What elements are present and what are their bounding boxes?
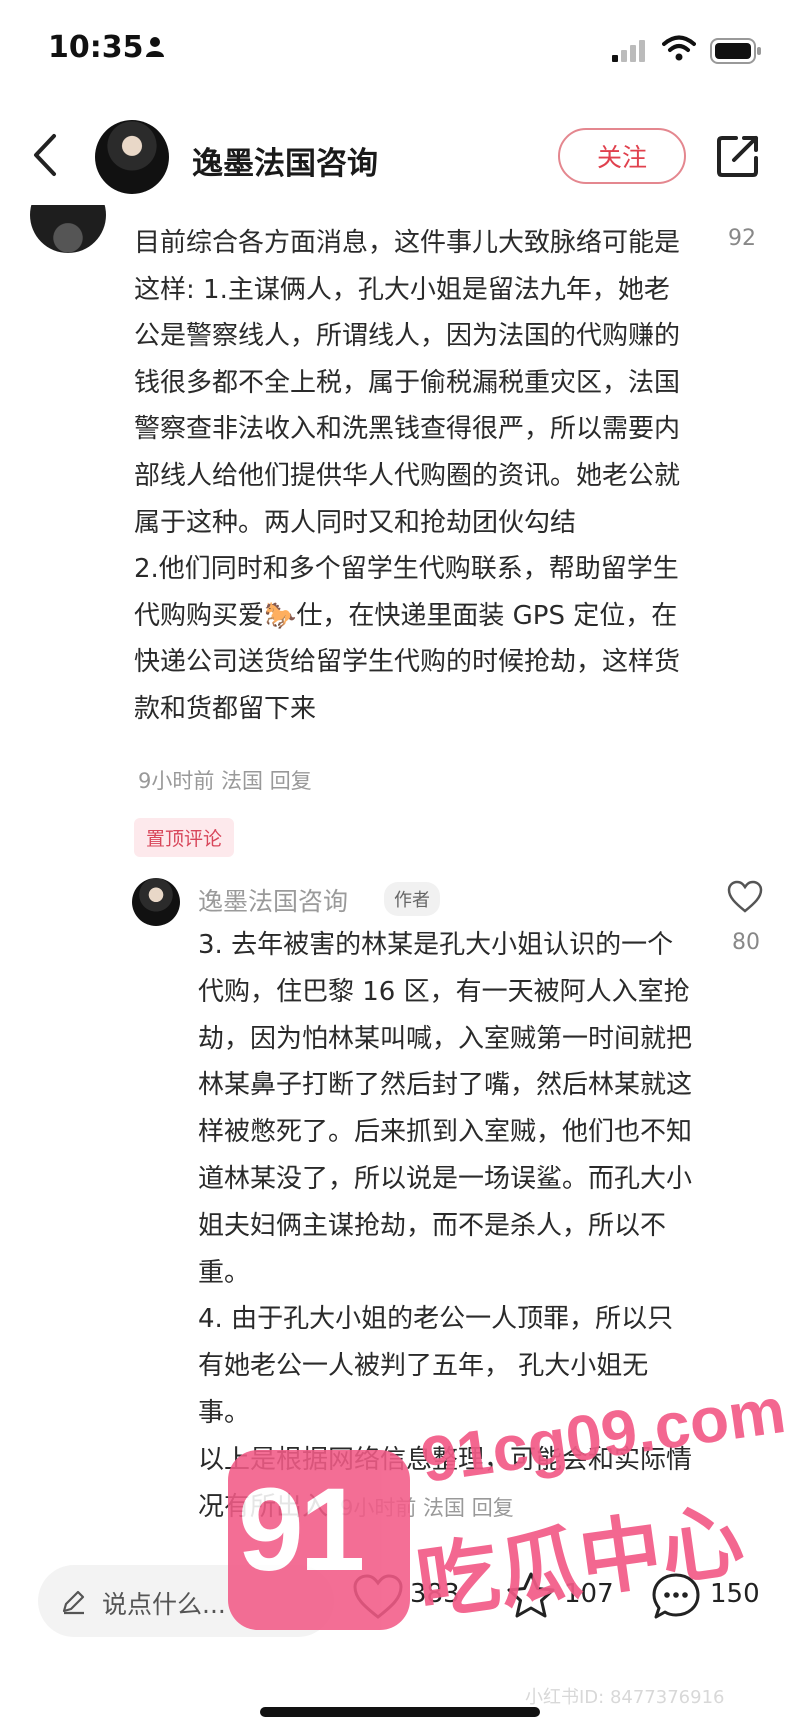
share-icon[interactable]: [716, 134, 760, 182]
reply-like-heart-icon[interactable]: [727, 880, 763, 918]
status-bar: 10:35: [0, 0, 800, 100]
home-indicator[interactable]: [260, 1707, 540, 1717]
battery-icon: [710, 38, 762, 68]
reply-like-count: 80: [732, 930, 760, 955]
author-tag-badge: 作者: [384, 882, 440, 916]
comment-paragraph: 目前综合各方面消息，这件事儿大致脉络可能是这样: 1.主谋俩人，孔大小姐是留法九…: [134, 228, 681, 538]
wifi-icon: [662, 34, 696, 66]
watermark-logo-text: 91: [238, 1464, 365, 1596]
signal-icon: [612, 40, 646, 66]
comment-input-placeholder: 说点什么...: [102, 1590, 226, 1619]
watermark-logo: 91: [228, 1450, 410, 1630]
comment-like-count[interactable]: 92: [728, 226, 756, 251]
user-id-watermark: 小红书ID: 8477376916: [525, 1687, 725, 1708]
post-header: 逸墨法国咨询 关注: [0, 110, 800, 210]
author-avatar[interactable]: [95, 120, 169, 194]
comment-paragraph: 2.他们同时和多个留学生代购联系，帮助留学生代购购买爱🐎仕，在快递里面装 GPS…: [134, 554, 681, 724]
status-time: 10:35: [48, 30, 144, 65]
reply-author-name[interactable]: 逸墨法国咨询: [198, 882, 348, 918]
comment-meta[interactable]: 9小时前 法国 回复: [138, 765, 312, 795]
pinned-badge: 置顶评论: [134, 818, 235, 857]
reply-paragraph: 3. 去年被害的林某是孔大小姐认识的一个代购，住巴黎 16 区，有一天被阿人入室…: [198, 930, 693, 1288]
follow-button[interactable]: 关注: [558, 128, 686, 184]
comment-body: 目前综合各方面消息，这件事儿大致脉络可能是这样: 1.主谋俩人，孔大小姐是留法九…: [134, 220, 694, 733]
commenter-avatar[interactable]: [30, 205, 106, 253]
person-icon: [145, 36, 165, 62]
pencil-icon: [60, 1587, 88, 1619]
author-name[interactable]: 逸墨法国咨询: [192, 138, 378, 183]
reply-author-avatar[interactable]: [132, 878, 180, 926]
back-arrow-icon[interactable]: [30, 130, 60, 184]
